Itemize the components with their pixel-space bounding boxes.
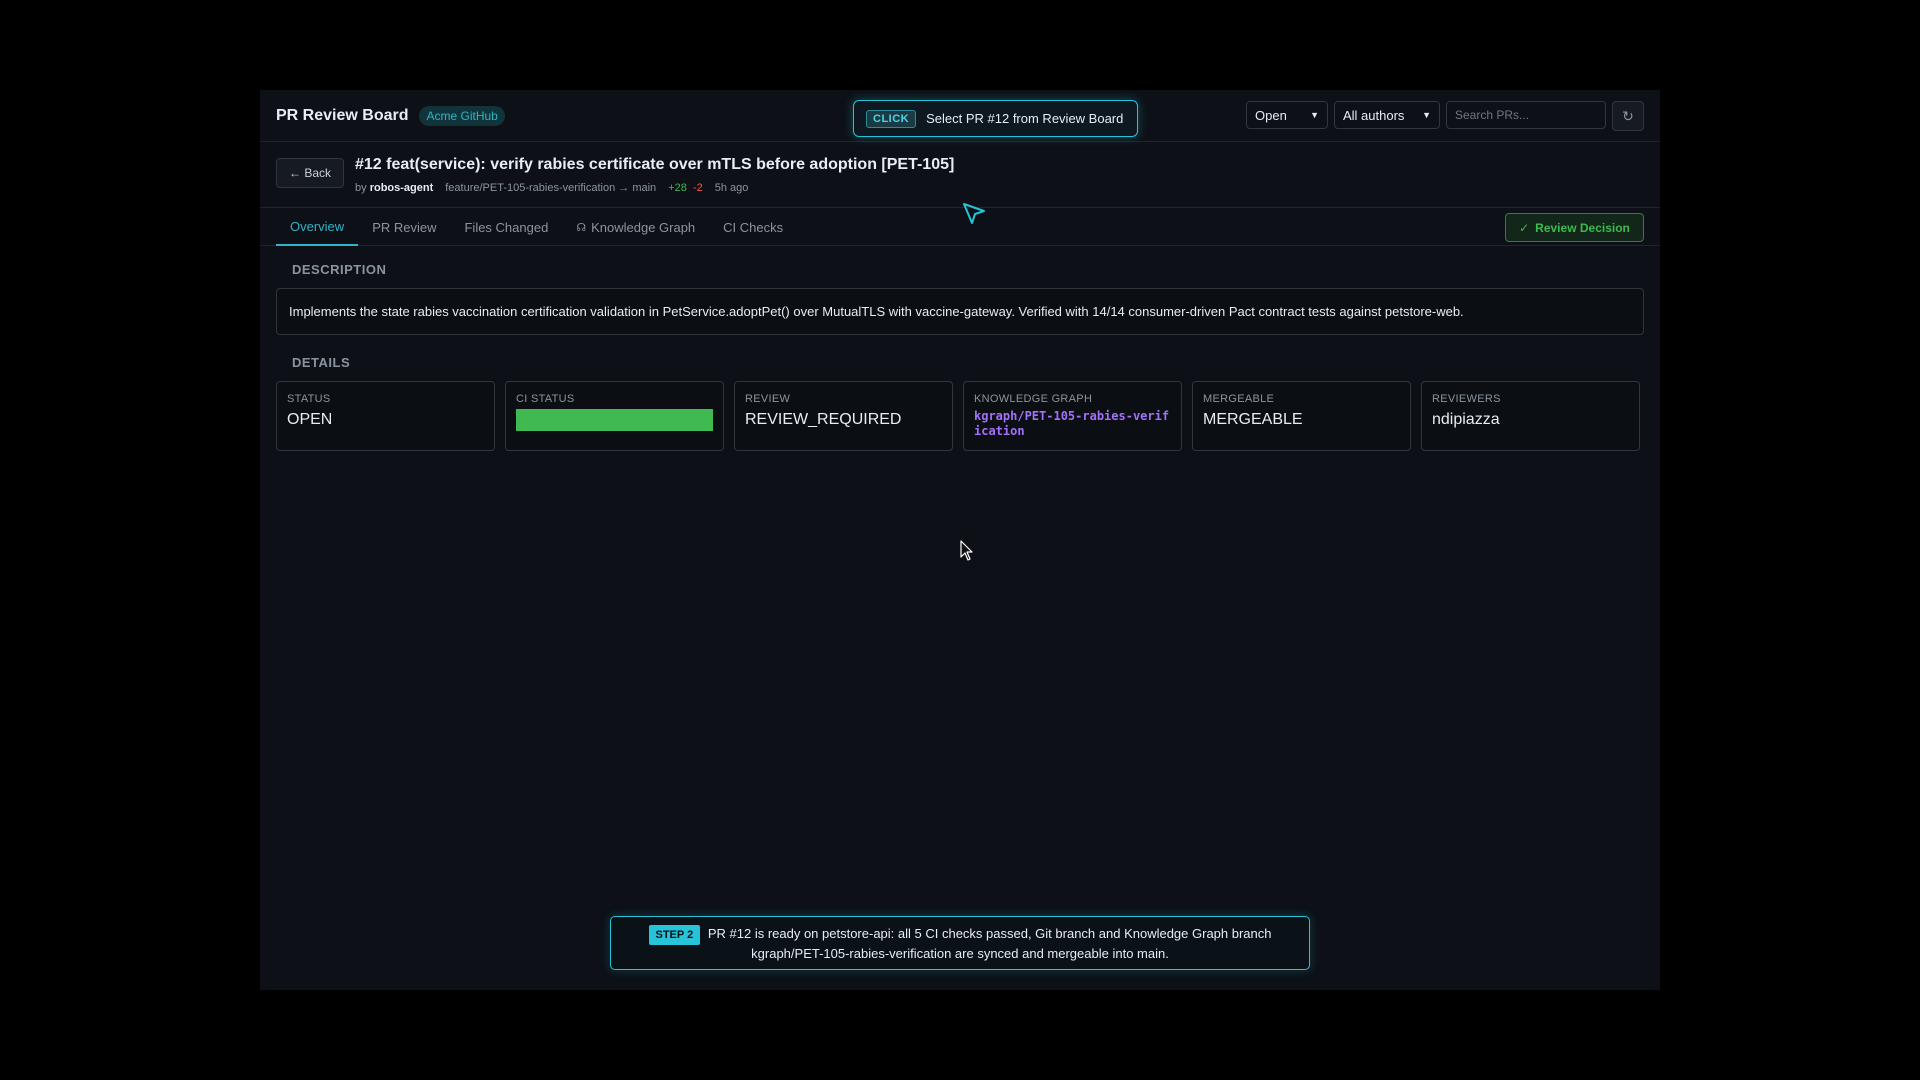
mergeable-card: MERGEABLE MERGEABLE <box>1192 381 1411 451</box>
step-text: PR #12 is ready on petstore-api: all 5 C… <box>707 926 1272 961</box>
reviewers-label: REVIEWERS <box>1432 393 1501 405</box>
review-decision-label: Review Decision <box>1535 220 1630 235</box>
ci-status-bar <box>516 409 713 431</box>
knowledge-graph-card: KNOWLEDGE GRAPH kgraph/PET-105-rabies-ve… <box>963 381 1182 451</box>
description-text: Implements the state rabies vaccination … <box>289 304 1464 319</box>
search-input[interactable] <box>1446 101 1606 129</box>
deletions-count: -2 <box>692 182 703 194</box>
graph-icon: ☊ <box>576 221 587 234</box>
chevron-down-icon: ▼ <box>1310 110 1319 120</box>
author-filter-select[interactable]: All authors ▼ <box>1334 101 1440 129</box>
tab-ci-checks[interactable]: CI Checks <box>709 208 797 246</box>
mergeable-value: MERGEABLE <box>1203 411 1303 428</box>
tab-knowledge-graph-label: Knowledge Graph <box>591 219 696 235</box>
pr-title: #12 feat(service): verify rabies certifi… <box>355 156 955 173</box>
additions-count: +28 <box>668 182 687 194</box>
callout-tag: CLICK <box>866 109 917 128</box>
pr-branch: feature/PET-105-rabies-verification → ma… <box>445 182 657 194</box>
org-badge: Acme GitHub <box>419 105 505 126</box>
review-card: REVIEW REVIEW_REQUIRED <box>734 381 953 451</box>
knowledge-graph-branch[interactable]: kgraph/PET-105-rabies-verification <box>974 409 1171 439</box>
step-tag: STEP 2 <box>648 925 701 945</box>
callout-text: Select PR #12 from Review Board <box>926 111 1124 126</box>
status-filter-value: Open <box>1255 107 1287 123</box>
instruction-callout: CLICK Select PR #12 from Review Board <box>853 100 1138 137</box>
status-value: OPEN <box>287 411 333 428</box>
reviewers-value: ndipiazza <box>1432 411 1500 428</box>
refresh-button[interactable]: ↻ <box>1612 101 1644 131</box>
ci-status-label: CI STATUS <box>516 393 575 405</box>
reviewers-card: REVIEWERS ndipiazza <box>1421 381 1640 451</box>
mergeable-label: MERGEABLE <box>1203 393 1275 405</box>
tab-files-changed[interactable]: Files Changed <box>450 208 562 246</box>
tab-overview[interactable]: Overview <box>276 208 359 246</box>
back-button[interactable]: ← Back <box>276 158 344 188</box>
pr-author-line: by robos-agent <box>355 182 433 194</box>
details-cards: STATUS OPEN CI STATUS REVIEW REVIEW_REQU… <box>276 381 1640 451</box>
description-heading: DESCRIPTION <box>292 262 387 277</box>
top-bar: PR Review Board Acme GitHub CLICK Select… <box>260 90 1660 142</box>
check-icon: ✓ <box>1519 220 1530 235</box>
pr-author[interactable]: robos-agent <box>370 182 434 194</box>
mouse-cursor-icon <box>960 540 973 561</box>
app-title: PR Review Board <box>276 106 409 124</box>
knowledge-graph-label: KNOWLEDGE GRAPH <box>974 393 1093 405</box>
status-label: STATUS <box>287 393 331 405</box>
review-label: REVIEW <box>745 393 791 405</box>
tab-bar: Overview PR Review Files Changed ☊ Knowl… <box>260 208 1660 246</box>
refresh-icon: ↻ <box>1622 107 1634 124</box>
pointer-arrow-icon <box>963 203 985 224</box>
pr-diffstat: +28 -2 <box>668 182 703 194</box>
by-prefix: by <box>355 182 367 194</box>
tab-pr-review[interactable]: PR Review <box>358 208 450 246</box>
step-banner: STEP 2 PR #12 is ready on petstore-api: … <box>610 916 1310 970</box>
filter-controls: Open ▼ All authors ▼ ↻ <box>1246 101 1644 131</box>
pr-meta: by robos-agent feature/PET-105-rabies-ve… <box>355 182 748 194</box>
ci-status-card: CI STATUS <box>505 381 724 451</box>
review-decision-button[interactable]: ✓ Review Decision <box>1505 213 1644 242</box>
status-filter-select[interactable]: Open ▼ <box>1246 101 1328 129</box>
status-card: STATUS OPEN <box>276 381 495 451</box>
author-filter-value: All authors <box>1343 107 1405 123</box>
tab-knowledge-graph[interactable]: ☊ Knowledge Graph <box>562 208 709 246</box>
pr-header: ← Back #12 feat(service): verify rabies … <box>260 142 1660 208</box>
review-value: REVIEW_REQUIRED <box>745 411 902 428</box>
chevron-down-icon: ▼ <box>1422 110 1431 120</box>
description-box: Implements the state rabies vaccination … <box>276 288 1644 335</box>
pr-age: 5h ago <box>714 182 749 194</box>
details-heading: DETAILS <box>292 355 351 370</box>
